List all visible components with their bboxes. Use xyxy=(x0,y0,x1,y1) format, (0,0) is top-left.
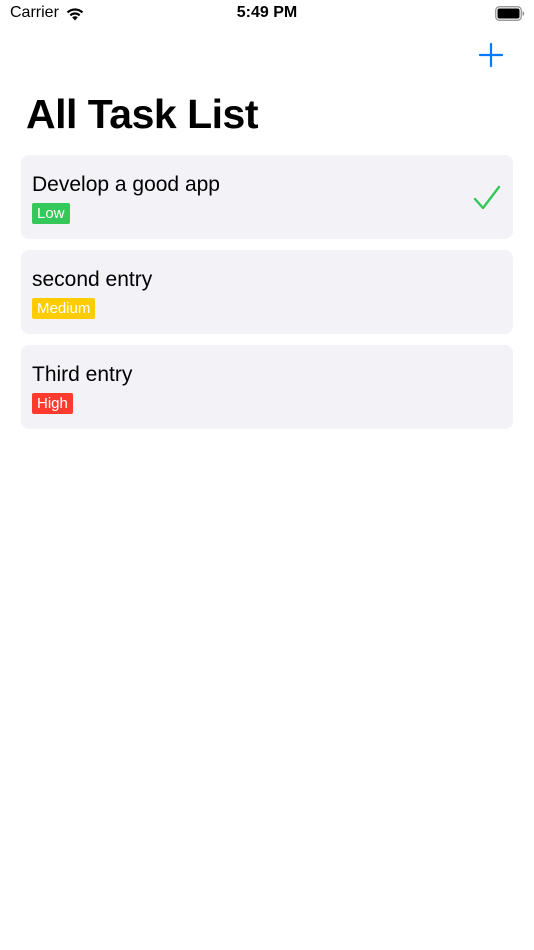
task-row[interactable]: second entry Medium xyxy=(21,250,513,334)
add-task-button[interactable] xyxy=(476,40,506,70)
status-time: 5:49 PM xyxy=(236,4,298,21)
task-title: second entry xyxy=(32,268,153,291)
priority-badge: Medium xyxy=(32,298,96,319)
priority-badge: Low xyxy=(32,203,70,224)
task-title: Third entry xyxy=(32,363,133,386)
task-title: Develop a good app xyxy=(32,173,220,196)
navigation-bar xyxy=(0,30,534,86)
task-row[interactable]: Third entry High xyxy=(21,345,513,429)
page-title: All Task List xyxy=(26,91,258,137)
plus-icon xyxy=(478,42,504,68)
battery-icon xyxy=(495,6,525,21)
status-bar: Carrier 5:49 PM xyxy=(0,0,534,30)
screen: Carrier 5:49 PM All Task List Develop a … xyxy=(0,0,534,950)
task-list: Develop a good app Low second entry Medi… xyxy=(21,155,513,429)
checkmark-icon xyxy=(473,185,501,210)
priority-badge: High xyxy=(32,393,73,414)
task-row[interactable]: Develop a good app Low xyxy=(21,155,513,239)
